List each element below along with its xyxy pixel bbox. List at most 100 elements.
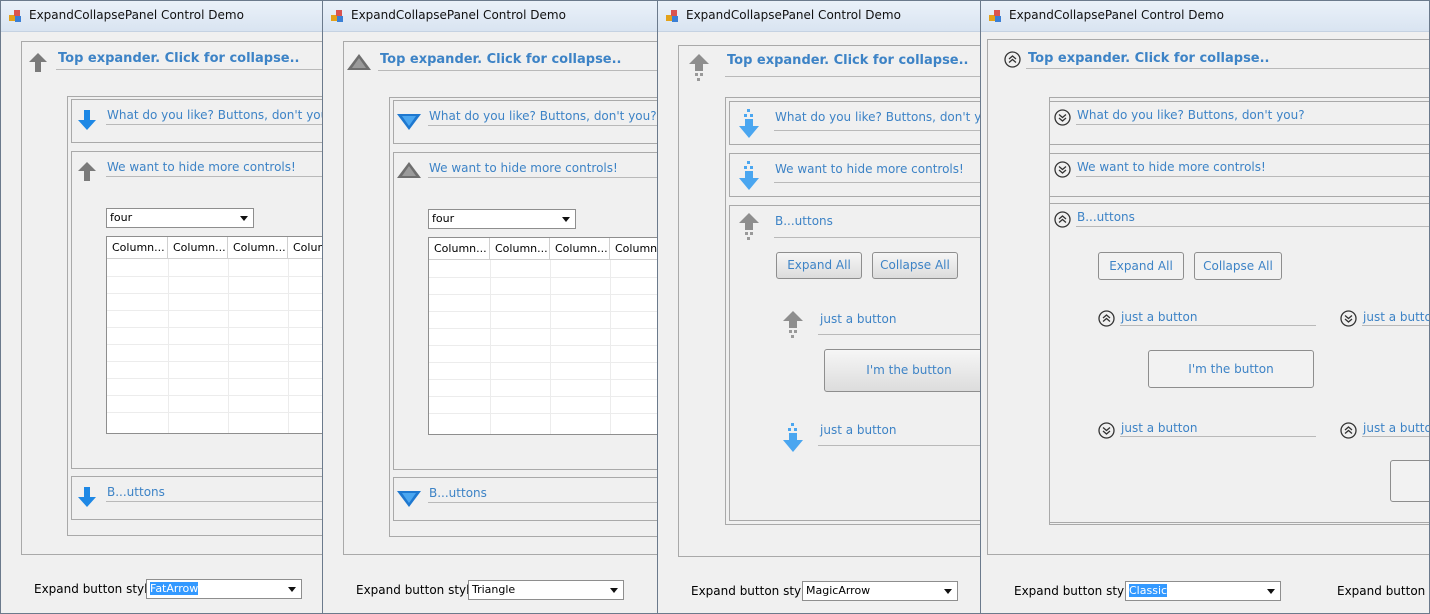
fat-arrow-up-icon[interactable]: [27, 51, 49, 73]
magic-arrow-up-icon[interactable]: [688, 53, 710, 83]
panel-buttons: B...uttons Expand All Collapse All just …: [1049, 203, 1429, 523]
expand-all-button[interactable]: Expand All: [1098, 252, 1184, 280]
panel-buttons-question: What do you like? Buttons, don't you?: [729, 101, 983, 145]
panel-buttons-question: What do you like? Buttons, don't you?: [71, 99, 324, 143]
app-icon: [989, 10, 1002, 22]
title-bar[interactable]: ExpandCollapsePanel Control Demo: [323, 1, 659, 32]
chevron-down-icon: [562, 217, 570, 222]
data-grid[interactable]: Column... Column... Column... Column...: [428, 237, 659, 435]
window-title: ExpandCollapsePanel Control Demo: [351, 8, 566, 22]
panel-title: We want to hide more controls!: [107, 160, 296, 174]
style-combobox[interactable]: FatArrow: [146, 579, 302, 599]
panel-title: What do you like? Buttons, don't you?: [107, 108, 324, 122]
triangle-down-icon[interactable]: [396, 113, 422, 131]
app-icon: [666, 10, 679, 22]
value-combobox[interactable]: four: [428, 209, 576, 229]
column-header[interactable]: Column...: [288, 237, 323, 259]
double-chevron-up-icon[interactable]: [1340, 422, 1357, 439]
expand-all-button[interactable]: Expand All: [776, 252, 862, 279]
window-classic: ExpandCollapsePanel Control Demo Top exp…: [980, 0, 1430, 614]
panel-hide-controls: We want to hide more controls!: [1049, 153, 1429, 197]
column-header[interactable]: Column...: [490, 238, 550, 260]
double-chevron-down-icon[interactable]: [1340, 310, 1357, 327]
magic-arrow-up-icon[interactable]: [738, 212, 760, 242]
column-header[interactable]: Column...: [168, 237, 228, 259]
value-combobox[interactable]: four: [106, 208, 254, 228]
chevron-down-icon: [288, 587, 296, 592]
top-expander-title: Top expander. Click for collapse..: [58, 51, 300, 66]
panel-title: What do you like? Buttons, don't you?: [1077, 108, 1305, 122]
collapse-all-button[interactable]: Collapse All: [872, 252, 958, 279]
chevron-down-icon: [610, 588, 618, 593]
window-magicarrow: ExpandCollapsePanel Control Demo Top exp…: [657, 0, 983, 614]
im-the-button[interactable]: I'm the button: [824, 349, 982, 392]
triangle-up-icon[interactable]: [396, 161, 422, 179]
expander-title: just a button: [820, 423, 897, 437]
panel-buttons-question: What do you like? Buttons, don't you?: [1049, 101, 1429, 145]
double-chevron-down-icon[interactable]: [1054, 109, 1071, 126]
column-header[interactable]: Column...: [610, 238, 659, 260]
panel-hide-controls: We want to hide more controls! four Colu…: [393, 152, 659, 470]
double-chevron-down-icon[interactable]: [1098, 422, 1115, 439]
column-header[interactable]: Column...: [429, 238, 490, 260]
window-fatarrow: ExpandCollapsePanel Control Demo Top exp…: [0, 0, 324, 614]
fat-arrow-down-icon[interactable]: [76, 108, 98, 132]
style-combobox[interactable]: MagicArrow: [802, 581, 958, 601]
double-chevron-up-icon[interactable]: [1054, 211, 1071, 228]
style-combobox[interactable]: Classic: [1125, 581, 1281, 601]
column-header[interactable]: Column...: [550, 238, 610, 260]
expander-title: just a button: [1121, 310, 1198, 324]
top-expander-title: Top expander. Click for collapse..: [1028, 51, 1270, 66]
column-header[interactable]: Column...: [228, 237, 288, 259]
chevron-down-icon: [240, 216, 248, 221]
title-bar[interactable]: ExpandCollapsePanel Control Demo: [981, 1, 1429, 32]
partial-button[interactable]: [1390, 460, 1429, 502]
panel-title: We want to hide more controls!: [1077, 160, 1266, 174]
panel-buttons: B...uttons: [393, 477, 659, 521]
magic-arrow-down-icon[interactable]: [738, 160, 760, 192]
panel-title: B...uttons: [1077, 210, 1135, 224]
panel-title: B...uttons: [429, 486, 487, 500]
double-chevron-up-icon[interactable]: [1004, 51, 1021, 68]
chevron-down-icon: [1267, 589, 1275, 594]
panel-title: What do you like? Buttons, don't you?: [429, 109, 657, 123]
expander-title: just a button: [1363, 310, 1429, 324]
window-title: ExpandCollapsePanel Control Demo: [1009, 8, 1224, 22]
app-icon: [9, 10, 22, 22]
collapse-all-button[interactable]: Collapse All: [1194, 252, 1282, 280]
size-label: Expand button sizes: [1337, 584, 1429, 598]
data-grid[interactable]: Column... Column... Column... Column...: [106, 236, 323, 434]
title-bar[interactable]: ExpandCollapsePanel Control Demo: [658, 1, 982, 32]
top-expander-title: Top expander. Click for collapse..: [380, 52, 622, 67]
magic-arrow-down-icon[interactable]: [782, 422, 804, 454]
style-combobox[interactable]: Triangle: [468, 580, 624, 600]
column-header[interactable]: Column...: [107, 237, 168, 259]
panel-title: We want to hide more controls!: [775, 162, 964, 176]
expander-title: just a button: [1363, 421, 1429, 435]
panel-hide-controls: We want to hide more controls! four Colu…: [71, 151, 323, 469]
window-triangle: ExpandCollapsePanel Control Demo Top exp…: [322, 0, 660, 614]
panel-buttons: B...uttons Expand All Collapse All just …: [729, 205, 982, 521]
triangle-up-icon[interactable]: [346, 53, 372, 71]
panel-title: B...uttons: [107, 485, 165, 499]
im-the-button[interactable]: I'm the button: [1148, 350, 1314, 388]
panel-hide-controls: We want to hide more controls!: [729, 153, 982, 197]
panel-title: We want to hide more controls!: [429, 161, 618, 175]
fat-arrow-up-icon[interactable]: [76, 160, 98, 182]
panel-title: What do you like? Buttons, don't you?: [775, 110, 983, 124]
double-chevron-up-icon[interactable]: [1098, 310, 1115, 327]
window-title: ExpandCollapsePanel Control Demo: [686, 8, 901, 22]
panel-buttons-question: What do you like? Buttons, don't you?: [393, 100, 659, 144]
magic-arrow-up-icon[interactable]: [782, 310, 804, 340]
double-chevron-down-icon[interactable]: [1054, 161, 1071, 178]
panel-buttons: B...uttons: [71, 476, 323, 520]
expander-title: just a button: [820, 312, 897, 326]
panel-title: B...uttons: [775, 214, 833, 228]
expander-title: just a button: [1121, 421, 1198, 435]
magic-arrow-down-icon[interactable]: [738, 108, 760, 140]
title-bar[interactable]: ExpandCollapsePanel Control Demo: [1, 1, 323, 32]
window-title: ExpandCollapsePanel Control Demo: [29, 8, 244, 22]
triangle-down-icon[interactable]: [396, 490, 422, 508]
fat-arrow-down-icon[interactable]: [76, 485, 98, 509]
top-expander-title: Top expander. Click for collapse..: [727, 53, 969, 68]
